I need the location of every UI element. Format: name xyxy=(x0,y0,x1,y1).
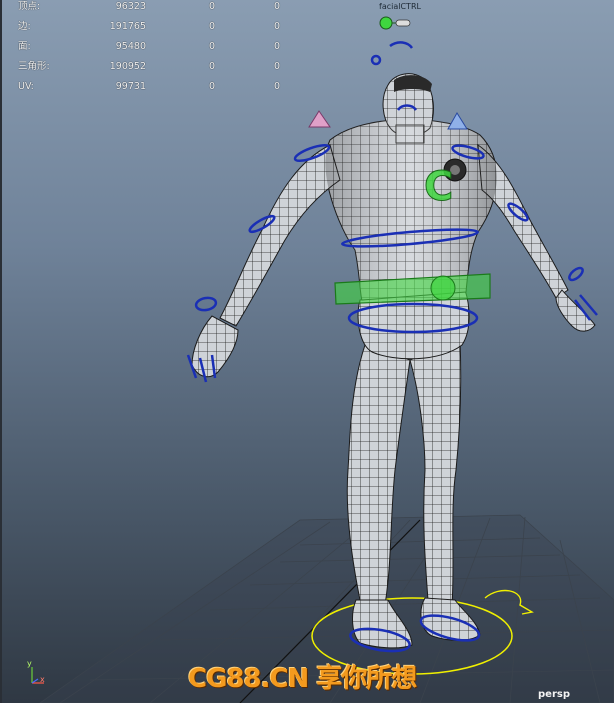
viewport-scene[interactable]: C xyxy=(0,0,614,703)
hud-value: 0 xyxy=(208,41,215,52)
hud-value: 96323 xyxy=(115,1,146,12)
hud-value: 0 xyxy=(273,81,280,92)
poly-count-hud: 顶点: 96323 0 0 边: 191765 0 0 面: 95480 0 0… xyxy=(18,0,280,100)
axis-x-label: x xyxy=(40,675,45,684)
hud-value: 190952 xyxy=(109,61,146,72)
hud-value: 0 xyxy=(273,1,280,12)
axis-y-label: y xyxy=(27,659,32,668)
hud-row-edges: 边: 191765 0 0 xyxy=(18,20,280,40)
facial-control[interactable] xyxy=(379,16,411,30)
hud-value: 0 xyxy=(208,61,215,72)
hud-label: 面: xyxy=(18,41,31,52)
watermark-logo: CG88.CN 享你所想 xyxy=(188,664,417,694)
hud-value: 0 xyxy=(273,21,280,32)
hud-value: 95480 xyxy=(115,41,146,52)
chest-c-control[interactable]: C xyxy=(424,164,454,211)
maya-viewport-persp[interactable]: C 顶点: 96323 0 0 边: 191765 0 0 面: 95480 0… xyxy=(0,0,614,703)
hud-value: 0 xyxy=(208,81,215,92)
hud-value: 0 xyxy=(273,61,280,72)
hud-value: 99731 xyxy=(115,81,146,92)
hud-value: 191765 xyxy=(109,21,146,32)
facial-control-label: facialCTRL xyxy=(379,2,421,11)
hud-row-triangles: 三角形: 190952 0 0 xyxy=(18,60,280,80)
hud-row-faces: 面: 95480 0 0 xyxy=(18,40,280,60)
hud-label: UV: xyxy=(18,81,34,92)
hud-row-vertices: 顶点: 96323 0 0 xyxy=(18,0,280,20)
hud-value: 0 xyxy=(273,41,280,52)
hud-value: 0 xyxy=(208,21,215,32)
hud-value: 0 xyxy=(208,1,215,12)
camera-name-label: persp xyxy=(538,689,570,700)
hud-label: 边: xyxy=(18,21,31,32)
hud-row-uvs: UV: 99731 0 0 xyxy=(18,80,280,100)
hip-control-green[interactable] xyxy=(334,273,491,305)
hud-label: 顶点: xyxy=(18,1,41,12)
hud-label: 三角形: xyxy=(18,61,50,72)
